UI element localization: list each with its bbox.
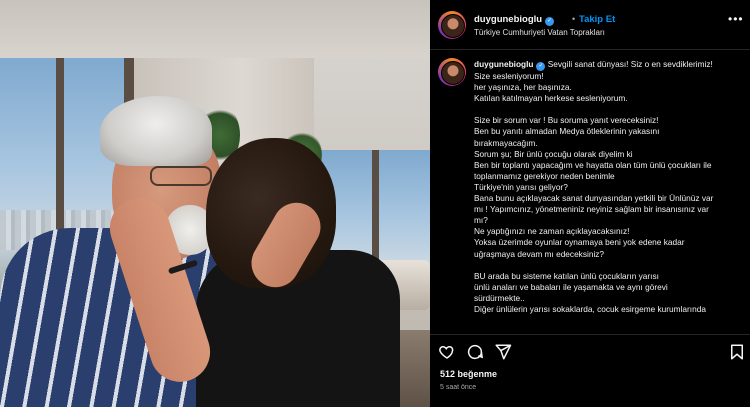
photo-ceiling (0, 0, 430, 58)
more-icon[interactable]: ••• (728, 12, 744, 26)
separator-dot: • (572, 14, 576, 24)
caption-line-text: Size bir sorum var ! Bu soruma yanıt ver… (474, 115, 659, 126)
caption-line: Sorum şu; Bir ünlü çocuğu olarak diyelim… (474, 149, 746, 160)
caption-line: Katılan katılmayan herkese sesleniyorum. (474, 93, 746, 104)
caption-line-text: Ne yaptığınızı ne zaman açıklayacaksınız… (474, 226, 630, 237)
bookmark-icon[interactable] (728, 343, 746, 361)
follow-button[interactable]: Takip Et (579, 14, 615, 25)
caption-line: her yaşınıza, her başınıza. (474, 82, 746, 93)
photo-glasses (150, 166, 212, 186)
caption-line: Size sesleniyorum! (474, 71, 746, 82)
caption-line: ünlü anaları ve babaları ile yaşamakta v… (474, 282, 746, 293)
post-actions: 512 beğenme 5 saat önce (430, 334, 750, 407)
caption-line-text: Ben bu yanıtı almadan Medya ötleklerinin… (474, 126, 660, 137)
caption-line (474, 260, 746, 271)
post-time: 5 saat önce (440, 384, 477, 391)
caption-line-text: mı ! Yapımcınız, yönetmeniniz neyiniz sa… (474, 204, 709, 215)
caption-line: toplanmamız gerekiyor neden benimle (474, 171, 746, 182)
post-photo[interactable] (0, 0, 430, 407)
caption-line: Bana bunu açıklayacak sanat dunyasından … (474, 193, 746, 204)
verified-badge-icon: ✓ (536, 62, 546, 71)
caption-line: Diğer ünlülerin yarısı sokaklarda, cocuk… (474, 304, 746, 315)
caption-line-text: Sevgili sanat dünyası! Siz o en sevdikle… (547, 59, 713, 69)
caption-line-text: bırakmayacağım. (474, 137, 538, 148)
profile-avatar[interactable] (438, 11, 466, 39)
caption-line: mı ! Yapımcınız, yönetmeniniz neyiniz sa… (474, 204, 746, 215)
verified-badge-icon: ✓ (545, 17, 555, 26)
caption-line-text: ünlü anaları ve babaları ile yaşamakta v… (474, 281, 668, 292)
photo-man-hair (100, 96, 212, 166)
post-caption: duygunebioglu ✓ Sevgili sanat dünyası! Si… (430, 50, 750, 334)
caption-line: Yoksa üzerimde oyunlar oynamaya beni yok… (474, 237, 746, 248)
instagram-post-panel: duygunebioglu ✓ • Takip Et Türkiye Cumhur… (430, 0, 750, 407)
post-location[interactable]: Türkiye Cumhuriyeti Vatan Toprakları (474, 28, 605, 37)
caption-line: duygunebioglu ✓ Sevgili sanat dünyası! Si… (474, 59, 746, 71)
caption-line: Size bir sorum var ! Bu soruma yanıt ver… (474, 115, 746, 126)
caption-line: mı? (474, 215, 746, 226)
caption-line-text: sürdürmekte.. (474, 292, 525, 303)
likes-count[interactable]: 512 beğenme (440, 369, 497, 379)
caption-line-text: BU arada bu sisteme katılan ünlü çocukla… (474, 270, 659, 281)
caption-line: bırakmayacağım. (474, 138, 746, 149)
caption-line-text: toplanmamız gerekiyor neden benimle (474, 170, 615, 181)
caption-line-text: Yoksa üzerimde oyunlar oynamaya beni yok… (474, 237, 685, 248)
caption-line-text: Ben bir toplantı yapacağım ve hayatta ol… (474, 159, 712, 170)
caption-line: uğraşmaya devam mı edeceksiniz? (474, 249, 746, 260)
heart-icon[interactable] (438, 343, 456, 361)
post-header: duygunebioglu ✓ • Takip Et Türkiye Cumhur… (430, 0, 750, 50)
post-username[interactable]: duygunebioglu ✓ (474, 14, 555, 26)
caption-line-text: Türkiye'nin yarısı geliyor? (474, 181, 568, 192)
caption-line-text: her yaşınıza, her başınıza. (474, 82, 572, 93)
caption-line-text: uğraşmaya devam mı edeceksiniz? (474, 248, 605, 259)
username-text[interactable]: duygunebioglu (474, 14, 542, 25)
caption-line-text: mı? (474, 215, 488, 226)
caption-line-text: Bana bunu açıklayacak sanat dunyasından … (474, 193, 714, 204)
caption-line: Ne yaptığınızı ne zaman açıklayacaksınız… (474, 226, 746, 237)
caption-line (474, 104, 746, 115)
caption-line-text: Katılan katılmayan herkese sesleniyorum. (474, 93, 628, 104)
caption-line: Türkiye'nin yarısı geliyor? (474, 182, 746, 193)
caption-username[interactable]: duygunebioglu (474, 59, 533, 69)
caption-avatar[interactable] (438, 58, 466, 86)
caption-line: Ben bu yanıtı almadan Medya ötleklerinin… (474, 126, 746, 137)
caption-line-text: Size sesleniyorum! (474, 71, 544, 81)
comment-icon[interactable] (466, 343, 484, 361)
caption-line-text: Sorum şu; Bir ünlü çocuğu olarak diyelim… (474, 148, 633, 159)
caption-line: BU arada bu sisteme katılan ünlü çocukla… (474, 271, 746, 282)
caption-text: duygunebioglu ✓ Sevgili sanat dünyası! Si… (474, 59, 746, 315)
caption-line: Ben bir toplantı yapacağım ve hayatta ol… (474, 160, 746, 171)
caption-line-text: Diğer ünlülerin yarısı sokaklarda, cocuk… (474, 303, 706, 314)
share-icon[interactable] (494, 343, 512, 361)
caption-line: sürdürmekte.. (474, 293, 746, 304)
